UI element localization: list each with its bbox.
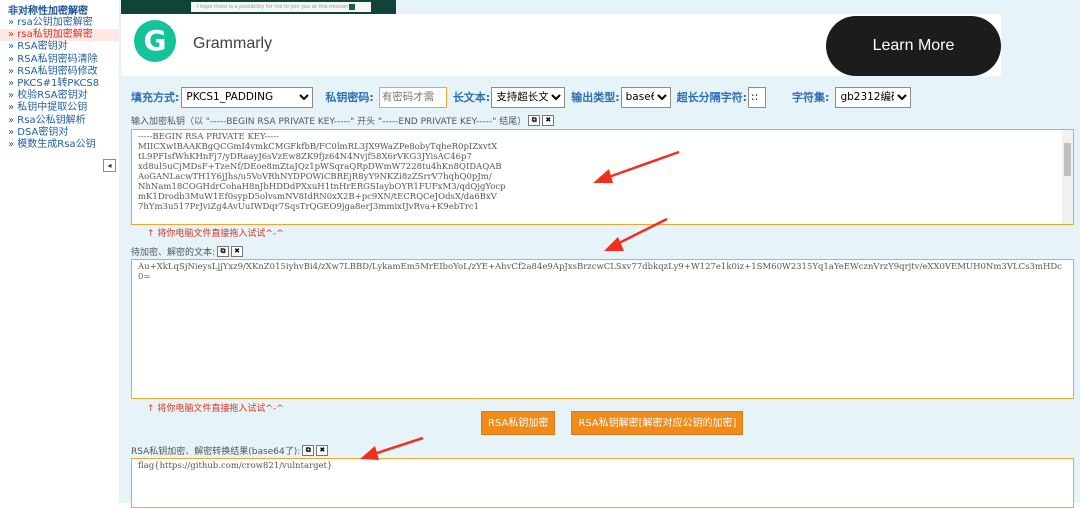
copy-icon[interactable]: ⧉ [217, 246, 230, 257]
annotation-arrow-result [370, 436, 424, 457]
padding-select[interactable]: PKCS1_PADDING [181, 86, 314, 108]
sidebar: 非对称性加密解密 » rsa公钥加密解密 » rsa私钥加密解密 » RSA密钥… [0, 0, 120, 503]
action-buttons: RSA私钥加密 RSA私钥解密[解密对应公钥的加密] [481, 411, 759, 435]
output-type-label: 输出类型: [571, 91, 620, 104]
padding-label: 填充方式: [131, 91, 180, 104]
private-key-password-input[interactable] [378, 86, 447, 108]
sidebar-nav: » rsa公钥加密解密 » rsa私钥加密解密 » RSA密钥对 » RSA私钥… [0, 17, 120, 151]
grammarly-logo-icon: G [134, 20, 176, 62]
copy-icon[interactable]: ⧉ [528, 115, 541, 126]
ad-thumbnail[interactable]: I hope there is a possibility for me to … [121, 0, 396, 14]
ad-thumbnail-square-icon [349, 4, 355, 10]
sidebar-item-rsa-password-clear[interactable]: » RSA私钥密码清除 [0, 54, 120, 66]
sidebar-collapse-button[interactable]: ◂ [103, 159, 116, 172]
sidebar-item-rsa-keypair[interactable]: » RSA密钥对 [0, 41, 120, 53]
result-section-label: RSA私钥加密、解密转换结果(base64了): ⧉ ✖ [131, 444, 329, 457]
input-text-textarea[interactable]: Au+XkLqSjNieysLjjYxz9/XKnZ015iyhvBi4/zXw… [131, 259, 1074, 399]
output-type-select[interactable]: base64 [620, 86, 671, 108]
sidebar-item-modulus-to-public-key[interactable]: » 模数生成Rsa公钥 [0, 139, 120, 151]
private-key-drop-hint: ↑ 将你电脑文件直接拖入试试^-^ [147, 229, 284, 239]
ad-brand-name: Grammarly [193, 35, 273, 52]
separator-label: 超长分隔字符: [676, 91, 748, 104]
sidebar-item-rsa-private-encrypt[interactable]: » rsa私钥加密解密 [0, 29, 120, 42]
clear-icon[interactable]: ✖ [231, 246, 244, 257]
rsa-private-decrypt-button[interactable]: RSA私钥解密[解密对应公钥的加密] [571, 411, 744, 435]
input-text-drop-hint: ↑ 将你电脑文件直接拖入试试^-^ [147, 404, 284, 414]
charset-select[interactable]: gb2312编码 [835, 86, 912, 108]
private-key-section-label: 输入加密私钥（以 "-----BEGIN RSA PRIVATE KEY----… [131, 114, 555, 127]
ad-banner[interactable]: G Grammarly Learn More [121, 14, 1001, 76]
sidebar-item-pkcs1-to-pkcs8[interactable]: » PKCS#1转PKCS8 [0, 78, 120, 90]
result-textarea[interactable]: flag{https://github.com/crow821/vulntarg… [131, 458, 1074, 508]
copy-icon[interactable]: ⧉ [302, 445, 315, 456]
clear-icon[interactable]: ✖ [316, 445, 329, 456]
separator-input[interactable] [748, 86, 767, 108]
scrollbar-thumb[interactable] [1064, 143, 1071, 176]
input-text-label-text: 待加密、解密的文本: [131, 248, 216, 258]
private-key-textarea[interactable]: -----BEGIN RSA PRIVATE KEY----- MIICXwIB… [131, 129, 1074, 225]
sidebar-item-rsa-key-parse[interactable]: » Rsa公私钥解析 [0, 115, 120, 127]
private-key-scrollbar[interactable] [1062, 130, 1073, 224]
clear-icon[interactable]: ✖ [542, 115, 555, 126]
learn-more-button[interactable]: Learn More [826, 16, 1001, 76]
result-label-text: RSA私钥加密、解密转换结果(base64了): [131, 447, 301, 457]
annotation-arrow-text-head [604, 237, 624, 251]
sidebar-item-rsa-password-change[interactable]: » RSA私钥密码修改 [0, 66, 120, 78]
private-key-label-text: 输入加密私钥（以 "-----BEGIN RSA PRIVATE KEY----… [131, 117, 527, 127]
ad-thumbnail-text: I hope there is a possibility for me to … [191, 2, 371, 12]
sidebar-item-verify-keypair[interactable]: » 校验RSA密钥对 [0, 90, 120, 102]
main-panel: I hope there is a possibility for me to … [119, 0, 1080, 508]
sidebar-title: 非对称性加密解密 [8, 6, 88, 17]
charset-label: 字符集: [792, 91, 830, 104]
sidebar-item-dsa-keypair[interactable]: » DSA密钥对 [0, 127, 120, 139]
rsa-private-encrypt-button[interactable]: RSA私钥加密 [481, 411, 556, 435]
options-bar: 填充方式: PKCS1_PADDING 私钥密码: 长文本: 支持超长文本 输出… [131, 85, 912, 109]
sidebar-item-rsa-public-encrypt[interactable]: » rsa公钥加密解密 [0, 17, 120, 29]
input-text-section-label: 待加密、解密的文本: ⧉ ✖ [131, 245, 244, 258]
long-text-select[interactable]: 支持超长文本 [491, 86, 566, 108]
password-label: 私钥密码: [325, 91, 374, 104]
long-text-label: 长文本: [452, 91, 491, 104]
sidebar-item-extract-public-key[interactable]: » 私钥中提取公钥 [0, 102, 120, 114]
